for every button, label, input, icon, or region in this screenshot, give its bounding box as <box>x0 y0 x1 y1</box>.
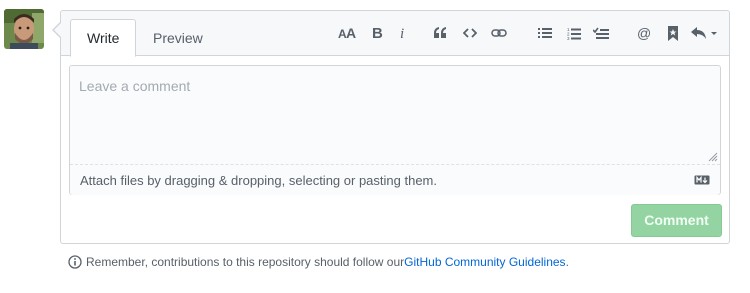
guidelines-notice: Remember, contributions to this reposito… <box>68 255 569 269</box>
comment-form: Write Preview AA B i 123 @ Leave a comme… <box>52 10 730 244</box>
avatar[interactable] <box>4 9 44 49</box>
task-list-icon[interactable] <box>593 23 609 43</box>
file-attachment-area[interactable]: Attach files by dragging & dropping, sel… <box>70 164 720 195</box>
markdown-icon[interactable] <box>694 175 710 185</box>
code-icon[interactable] <box>462 23 478 43</box>
attach-files-hint: Attach files by dragging & dropping, sel… <box>80 173 437 188</box>
avatar-image <box>4 9 44 49</box>
caret-fill <box>54 23 61 37</box>
guidelines-text: Remember, contributions to this reposito… <box>86 255 405 269</box>
community-guidelines-link[interactable]: GitHub Community Guidelines <box>404 255 565 269</box>
mention-icon[interactable]: @ <box>636 23 652 43</box>
link-icon[interactable] <box>491 23 507 43</box>
comment-editor: Attach files by dragging & dropping, sel… <box>69 65 721 195</box>
comment-textarea[interactable] <box>70 66 720 164</box>
quote-icon[interactable] <box>432 23 448 43</box>
comment-button[interactable]: Comment <box>631 204 722 237</box>
bold-icon[interactable]: B <box>369 23 385 43</box>
ordered-list-icon[interactable]: 123 <box>566 23 582 43</box>
resize-handle-icon[interactable] <box>708 152 718 162</box>
svg-text:B: B <box>372 26 383 40</box>
unordered-list-icon[interactable] <box>537 23 553 43</box>
reply-icon[interactable] <box>691 23 719 43</box>
svg-text:@: @ <box>637 26 651 40</box>
info-icon <box>68 255 82 269</box>
guidelines-period: . <box>565 255 569 269</box>
text-size-icon[interactable]: AA <box>338 23 356 43</box>
editor-tabbar: Write Preview AA B i 123 @ <box>61 11 729 57</box>
svg-text:i: i <box>400 26 404 40</box>
reference-icon[interactable] <box>665 23 681 43</box>
italic-icon[interactable]: i <box>395 23 411 43</box>
svg-text:3: 3 <box>567 36 570 40</box>
svg-text:A: A <box>346 26 356 40</box>
tab-preview[interactable]: Preview <box>137 19 219 56</box>
tab-write[interactable]: Write <box>70 19 137 57</box>
